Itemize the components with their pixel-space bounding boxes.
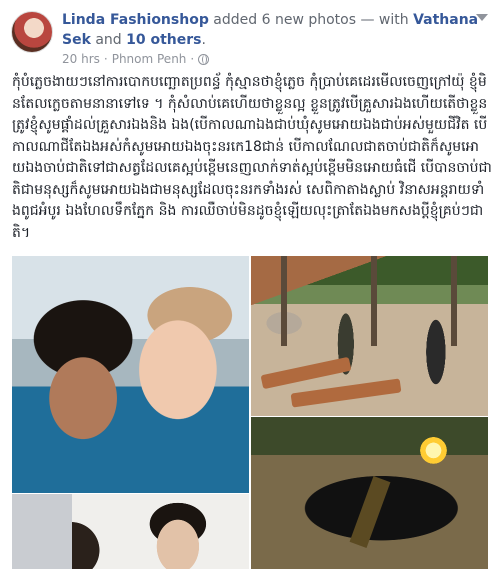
photo-frame [12, 494, 72, 569]
wood-log [290, 378, 402, 408]
tree-trunk [451, 256, 457, 346]
photo-forest-logging[interactable] [251, 256, 488, 416]
author-avatar[interactable] [11, 11, 53, 53]
photo-body-on-ground[interactable] [251, 417, 488, 569]
others-link[interactable]: 10 others [126, 32, 201, 48]
facebook-post: Linda Fashionshop added 6 new photos — w… [0, 0, 502, 569]
post-location-link[interactable]: Phnom Penh [112, 52, 187, 66]
post-action-text: added 6 new photos — with [213, 12, 409, 28]
post-header: Linda Fashionshop added 6 new photos — w… [62, 10, 492, 50]
tree-trunk [281, 256, 287, 346]
and-text: and [95, 32, 122, 48]
author-name-link[interactable]: Linda Fashionshop [62, 12, 209, 28]
meta-separator-2: · [190, 52, 195, 66]
chevron-down-icon[interactable] [476, 14, 488, 21]
period-text: . [201, 32, 206, 48]
post-time-link[interactable]: 20 hrs [62, 52, 100, 66]
photo-couple-pool[interactable] [12, 256, 249, 493]
photo-wedding[interactable] [12, 494, 249, 569]
post-meta: 20 hrs · Phnom Penh · [62, 52, 210, 66]
wood-log [260, 356, 352, 390]
photo-detail [349, 476, 391, 548]
post-body-text: កុំបំភ្លេចងាយៗនៅការបោកបញ្ឆោតប្រពន្ធ័ កុំ… [12, 74, 492, 241]
globe-icon[interactable] [198, 53, 210, 65]
tree-trunk [371, 256, 377, 346]
meta-separator: · [103, 52, 108, 66]
